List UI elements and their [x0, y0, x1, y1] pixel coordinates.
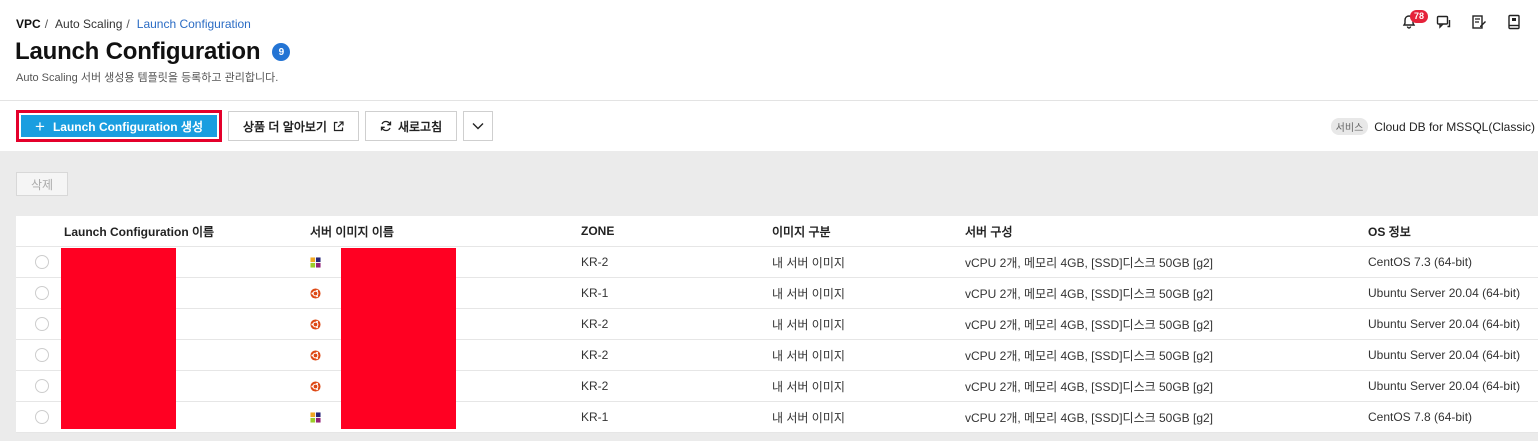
manual-book-icon[interactable]: [1506, 14, 1522, 30]
notification-count-badge: 78: [1410, 10, 1429, 23]
image-type-cell: 내 서버 이미지: [772, 410, 845, 425]
row-radio-button[interactable]: [35, 255, 49, 269]
row-radio-button[interactable]: [35, 410, 49, 424]
zone-cell: KR-2: [581, 348, 609, 362]
plus-icon: +: [35, 116, 45, 136]
table-row[interactable]: KR-2 내 서버 이미지 vCPU 2개, 메모리 4GB, [SSD]디스크 5…: [16, 340, 1538, 371]
table-row[interactable]: KR-1 내 서버 이미지 vCPU 2개, 메모리 4GB, [SSD]디스크 5…: [16, 402, 1538, 433]
server-spec-cell: vCPU 2개, 메모리 4GB, [SSD]디스크 50GB [g2]: [965, 379, 1214, 394]
external-link-icon: [333, 120, 344, 131]
image-type-cell: 내 서버 이미지: [772, 348, 845, 363]
service-name: Cloud DB for MSSQL(Classic): [1374, 119, 1535, 134]
table-row[interactable]: KR-2 내 서버 이미지 vCPU 2개, 메모리 4GB, [SSD]디스크 5…: [16, 309, 1538, 340]
column-header-zone[interactable]: ZONE: [581, 224, 772, 238]
server-spec-cell: vCPU 2개, 메모리 4GB, [SSD]디스크 50GB [g2]: [965, 348, 1214, 363]
zone-cell: KR-1: [581, 286, 609, 300]
row-select-cell: [16, 379, 64, 393]
ubuntu-icon: [310, 349, 321, 361]
os-info-cell: Ubuntu Server 20.04 (64-bit): [1368, 317, 1521, 331]
delete-button[interactable]: 삭제: [16, 172, 68, 196]
os-info-cell: Ubuntu Server 20.04 (64-bit): [1368, 348, 1521, 362]
centos-icon: [310, 411, 321, 423]
server-spec-cell: vCPU 2개, 메모리 4GB, [SSD]디스크 50GB [g2]: [965, 410, 1214, 425]
os-info-cell: CentOS 7.3 (64-bit): [1368, 255, 1473, 269]
column-header-server-spec[interactable]: 서버 구성: [965, 223, 1368, 240]
image-type-cell: 내 서버 이미지: [772, 379, 845, 394]
centos-icon: [310, 256, 321, 268]
table-row[interactable]: KR-2 내 서버 이미지 vCPU 2개, 메모리 4GB, [SSD]디스크 5…: [16, 371, 1538, 402]
row-select-cell: [16, 410, 64, 424]
header-actions: 78: [1401, 10, 1522, 30]
row-radio-button[interactable]: [35, 379, 49, 393]
page-subtitle: Auto Scaling 서버 생성용 템플릿을 등록하고 관리합니다.: [16, 72, 279, 84]
create-button-highlight: + Launch Configuration 생성: [16, 110, 223, 142]
row-radio-button[interactable]: [35, 286, 49, 300]
column-header-image-type[interactable]: 이미지 구분: [772, 223, 965, 240]
column-header-config-name[interactable]: Launch Configuration 이름: [64, 223, 310, 240]
os-info-cell: Ubuntu Server 20.04 (64-bit): [1368, 286, 1521, 300]
zone-cell: KR-2: [581, 255, 609, 269]
breadcrumb-auto-scaling[interactable]: Auto Scaling: [55, 17, 122, 31]
ubuntu-icon: [310, 287, 321, 299]
breadcrumb-separator: /: [44, 17, 49, 31]
os-info-cell: Ubuntu Server 20.04 (64-bit): [1368, 379, 1521, 393]
refresh-button[interactable]: 새로고침: [364, 111, 458, 141]
row-radio-button[interactable]: [35, 317, 49, 331]
zone-cell: KR-1: [581, 410, 609, 424]
chevron-down-icon: [472, 123, 484, 130]
header-divider: [0, 100, 1538, 101]
service-indicator: 서비스 Cloud DB for MSSQL(Classic): [1330, 118, 1535, 135]
toolbar: + Launch Configuration 생성 상품 더 알아보기 새로고침: [16, 110, 494, 142]
row-select-cell: [16, 348, 64, 362]
breadcrumb: VPC / Auto Scaling / Launch Configuratio…: [16, 17, 251, 31]
image-type-cell: 내 서버 이미지: [772, 317, 845, 332]
zone-cell: KR-2: [581, 379, 609, 393]
refresh-icon: [380, 120, 392, 132]
breadcrumb-vpc[interactable]: VPC: [16, 17, 41, 31]
memo-edit-icon[interactable]: [1471, 14, 1487, 30]
table-body: KR-2 내 서버 이미지 vCPU 2개, 메모리 4GB, [SSD]디스크 5…: [16, 247, 1538, 433]
service-tag: 서비스: [1330, 118, 1369, 135]
redacted-image-names: [341, 248, 456, 429]
more-dropdown-button[interactable]: [463, 111, 494, 141]
column-header-os-info[interactable]: OS 정보: [1368, 223, 1538, 240]
server-spec-cell: vCPU 2개, 메모리 4GB, [SSD]디스크 50GB [g2]: [965, 317, 1214, 332]
ubuntu-icon: [310, 380, 321, 392]
breadcrumb-current: Launch Configuration: [136, 17, 251, 31]
row-radio-button[interactable]: [35, 348, 49, 362]
config-count-badge: 9: [272, 43, 291, 61]
row-select-cell: [16, 286, 64, 300]
table-row[interactable]: KR-1 내 서버 이미지 vCPU 2개, 메모리 4GB, [SSD]디스크 5…: [16, 278, 1538, 309]
chat-icon[interactable]: [1436, 14, 1452, 30]
ubuntu-icon: [310, 318, 321, 330]
learn-more-button[interactable]: 상품 더 알아보기: [228, 111, 359, 141]
breadcrumb-separator: /: [126, 17, 130, 31]
create-launch-config-button[interactable]: + Launch Configuration 생성: [21, 115, 218, 137]
learn-more-label: 상품 더 알아보기: [243, 119, 327, 134]
server-spec-cell: vCPU 2개, 메모리 4GB, [SSD]디스크 50GB [g2]: [965, 286, 1214, 301]
refresh-label: 새로고침: [397, 119, 443, 134]
row-select-cell: [16, 255, 64, 269]
page-title: Launch Configuration 9: [15, 38, 291, 66]
row-select-cell: [16, 317, 64, 331]
create-button-label: Launch Configuration 생성: [52, 119, 204, 134]
os-info-cell: CentOS 7.8 (64-bit): [1368, 410, 1473, 424]
image-type-cell: 내 서버 이미지: [772, 255, 845, 270]
column-header-image-name[interactable]: 서버 이미지 이름: [310, 223, 581, 240]
notification-bell-icon[interactable]: 78: [1401, 10, 1429, 30]
table-row[interactable]: KR-2 내 서버 이미지 vCPU 2개, 메모리 4GB, [SSD]디스크 5…: [16, 247, 1538, 278]
redacted-config-names: [61, 248, 176, 429]
table-header: Launch Configuration 이름 서버 이미지 이름 ZONE 이…: [16, 216, 1538, 247]
launch-config-table: Launch Configuration 이름 서버 이미지 이름 ZONE 이…: [16, 216, 1538, 433]
zone-cell: KR-2: [581, 317, 609, 331]
page-title-text: Launch Configuration: [15, 38, 261, 65]
image-type-cell: 내 서버 이미지: [772, 286, 845, 301]
server-spec-cell: vCPU 2개, 메모리 4GB, [SSD]디스크 50GB [g2]: [965, 255, 1214, 270]
